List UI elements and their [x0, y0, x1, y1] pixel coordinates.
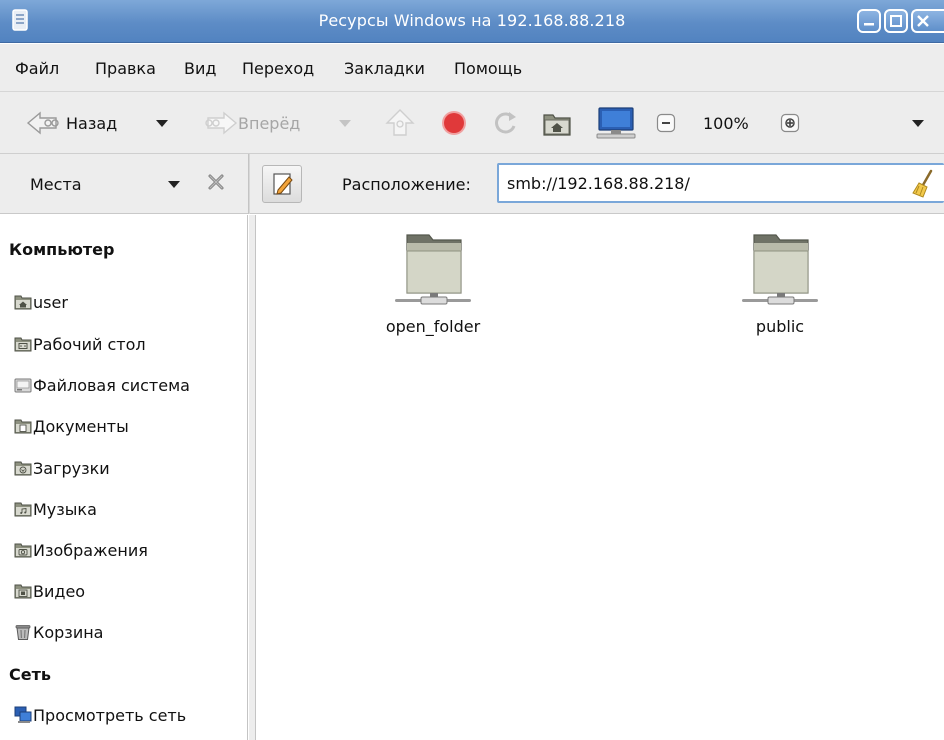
zoom-in-icon — [780, 113, 800, 133]
close-window-button[interactable] — [911, 9, 944, 33]
back-label: Назад — [66, 113, 118, 133]
toggle-location-entry-button[interactable] — [262, 165, 302, 203]
window-title: Ресурсы Windows на 192.168.88.218 — [318, 11, 626, 30]
location-bar: Места Расположение: — [0, 154, 944, 214]
trash-icon — [15, 625, 31, 640]
network-icon — [14, 706, 32, 723]
zoom-level-value: 100% — [703, 113, 749, 133]
computer-section-heading: Компьютер — [9, 240, 115, 259]
zoom-out-icon — [656, 113, 676, 133]
maximize-icon — [890, 15, 902, 27]
zoom-level[interactable]: 100% — [703, 92, 749, 154]
sidebar-item-desktop[interactable]: Рабочий стол — [14, 330, 146, 358]
home-folder-icon — [543, 114, 571, 136]
network-section-heading: Сеть — [9, 665, 51, 684]
sidebar-item-label: Просмотреть сеть — [33, 705, 187, 725]
side-pane-selector-chevron-down-icon[interactable] — [168, 181, 180, 188]
sidebar-item-label: Корзина — [33, 622, 104, 642]
chevron-down-icon — [156, 119, 168, 127]
menu-help[interactable]: Помощь — [454, 59, 522, 78]
side-pane-selector-label[interactable]: Места — [30, 175, 82, 194]
sidebar-item-music[interactable]: Музыка — [14, 495, 97, 523]
places-side-pane: Компьютер user Рабочий стол Файловая сис… — [0, 215, 248, 740]
location-input[interactable] — [497, 163, 944, 203]
back-arrow-icon — [26, 111, 59, 135]
zoom-out-button[interactable] — [656, 92, 676, 154]
pictures-folder-icon — [14, 543, 32, 558]
sidebar-item-trash[interactable]: Корзина — [14, 618, 103, 646]
forward-history-dropdown[interactable] — [339, 92, 351, 154]
sidebar-item-label: Рабочий стол — [33, 334, 146, 354]
menu-bar: Файл Правка Вид Переход Закладки Помощь — [0, 44, 944, 92]
close-side-pane-icon[interactable] — [204, 170, 228, 194]
up-button[interactable] — [385, 92, 415, 154]
share-name: open_folder — [385, 317, 481, 336]
downloads-folder-icon — [14, 461, 32, 476]
location-label: Расположение: — [342, 175, 471, 194]
share-item-public[interactable]: public — [690, 231, 870, 336]
reload-button[interactable] — [492, 92, 520, 154]
file-view: open_folder public — [257, 215, 944, 740]
computer-button[interactable] — [595, 92, 637, 154]
zoom-in-button[interactable] — [780, 92, 800, 154]
music-folder-icon — [14, 502, 32, 517]
toolbar-overflow-button[interactable] — [912, 92, 924, 154]
sidebar-item-label: user — [33, 292, 68, 312]
minimize-icon — [864, 23, 874, 26]
home-folder-icon — [14, 295, 32, 310]
home-button[interactable] — [542, 92, 572, 154]
sidebar-item-label: Файловая система — [33, 375, 190, 395]
close-icon — [917, 15, 929, 27]
sidebar-item-browse-network[interactable]: Просмотреть сеть — [14, 701, 186, 729]
network-share-folder-icon — [742, 234, 818, 305]
videos-folder-icon — [14, 584, 32, 599]
stop-icon — [442, 111, 466, 135]
sidebar-item-pictures[interactable]: Изображения — [14, 536, 148, 564]
sidebar-item-user[interactable]: user — [14, 288, 68, 316]
sidebar-item-label: Музыка — [33, 499, 97, 519]
sidebar-item-videos[interactable]: Видео — [14, 577, 85, 605]
documents-folder-icon — [14, 419, 32, 434]
network-share-folder-icon — [395, 234, 471, 305]
sidebar-item-downloads[interactable]: Загрузки — [14, 454, 110, 482]
pane-resize-handle[interactable] — [249, 215, 256, 740]
stop-button[interactable] — [440, 92, 468, 154]
back-button[interactable]: Назад — [26, 92, 117, 154]
computer-icon — [596, 107, 636, 139]
menu-bookmarks[interactable]: Закладки — [344, 59, 425, 78]
filesystem-icon — [14, 378, 32, 393]
chevron-down-icon — [339, 119, 351, 127]
minimize-button[interactable] — [857, 9, 881, 33]
back-history-dropdown[interactable] — [156, 92, 168, 154]
menu-view[interactable]: Вид — [184, 59, 216, 78]
toolbar: Назад Вперёд 100% — [0, 92, 944, 154]
share-name: public — [755, 317, 805, 336]
sidebar-item-documents[interactable]: Документы — [14, 412, 129, 440]
forward-button[interactable]: Вперёд — [194, 92, 300, 154]
title-bar: Ресурсы Windows на 192.168.88.218 — [0, 0, 944, 43]
forward-label: Вперёд — [238, 113, 301, 133]
menu-go[interactable]: Переход — [242, 59, 314, 78]
reload-icon — [495, 112, 516, 134]
up-arrow-icon — [385, 109, 415, 136]
sidebar-item-label: Видео — [33, 581, 86, 601]
maximize-button[interactable] — [884, 9, 908, 33]
location-bar-divider — [248, 154, 250, 214]
chevron-down-icon — [912, 119, 924, 127]
edit-pencil-icon — [273, 173, 293, 195]
forward-arrow-icon — [205, 111, 238, 135]
sidebar-item-label: Загрузки — [33, 458, 110, 478]
menu-file[interactable]: Файл — [15, 59, 59, 78]
menu-edit[interactable]: Правка — [95, 59, 156, 78]
clear-location-broom-icon[interactable] — [911, 169, 935, 199]
sidebar-item-label: Изображения — [33, 540, 148, 560]
sidebar-item-filesystem[interactable]: Файловая система — [14, 371, 190, 399]
desktop-folder-icon — [14, 337, 32, 352]
sidebar-item-label: Документы — [33, 416, 129, 436]
share-item-open-folder[interactable]: open_folder — [343, 231, 523, 336]
